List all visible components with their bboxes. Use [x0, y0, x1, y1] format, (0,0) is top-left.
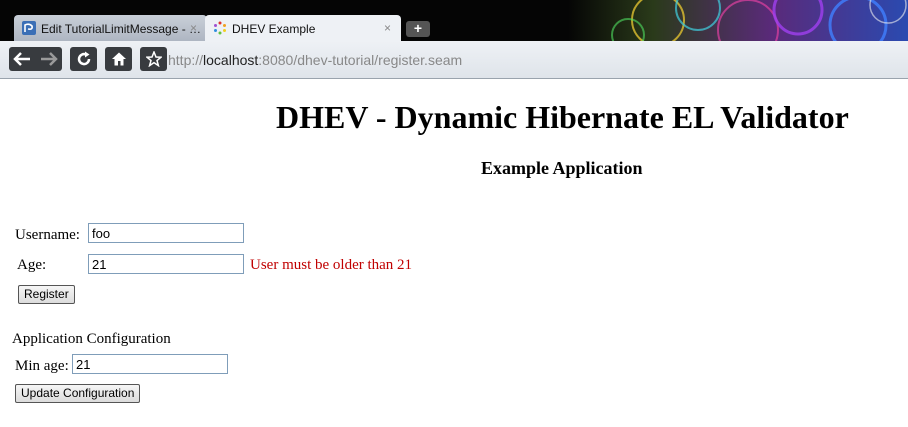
register-button[interactable]: Register	[18, 285, 75, 304]
url-scheme: http://	[168, 52, 204, 68]
tab-close-icon[interactable]: ×	[190, 21, 197, 35]
min-age-input[interactable]	[72, 354, 228, 374]
age-label: Age:	[17, 257, 47, 273]
browser-toolbar: http://localhost:8080/dhev-tutorial/regi…	[0, 41, 908, 79]
confluence-favicon-icon	[22, 21, 36, 35]
tab-dhev-example[interactable]: DHEV Example ×	[205, 15, 401, 41]
min-age-label: Min age:	[15, 358, 69, 374]
username-input[interactable]	[88, 223, 244, 243]
page-subtitle: Example Application	[481, 158, 643, 178]
url-path: :8080/dhev-tutorial/register.seam	[258, 52, 463, 68]
config-heading: Application Configuration	[12, 331, 171, 347]
age-error-message: User must be older than 21	[250, 257, 413, 273]
back-arrow-icon[interactable]	[13, 52, 31, 66]
star-icon	[145, 51, 162, 67]
forward-arrow-icon[interactable]	[40, 52, 58, 66]
tab-title: Edit TutorialLimitMessage - …	[41, 22, 202, 36]
address-bar[interactable]: http://localhost:8080/dhev-tutorial/regi…	[168, 49, 908, 71]
reload-button[interactable]	[70, 47, 97, 71]
age-input[interactable]	[88, 254, 244, 274]
reload-icon	[77, 51, 90, 66]
bookmark-star-button[interactable]	[140, 47, 167, 71]
url-host: localhost	[203, 52, 259, 68]
update-configuration-button[interactable]: Update Configuration	[15, 384, 141, 403]
theme-background-art	[568, 0, 908, 41]
tab-edit-tutorial-limit-message[interactable]: Edit TutorialLimitMessage - … ×	[14, 15, 207, 41]
loading-spinner-icon	[214, 21, 226, 35]
page-title: DHEV - Dynamic Hibernate EL Validator	[276, 99, 849, 135]
back-forward-group	[9, 47, 62, 71]
tab-close-icon[interactable]: ×	[384, 21, 391, 35]
new-tab-button[interactable]: +	[406, 21, 430, 37]
username-label: Username:	[15, 227, 80, 243]
tab-title: DHEV Example	[232, 22, 316, 36]
page-viewport: DHEV - Dynamic Hibernate EL Validator Ex…	[0, 79, 908, 427]
home-icon	[111, 52, 126, 66]
browser-tab-strip: Edit TutorialLimitMessage - … × DHEV Exa…	[0, 0, 908, 41]
home-button[interactable]	[105, 47, 132, 71]
